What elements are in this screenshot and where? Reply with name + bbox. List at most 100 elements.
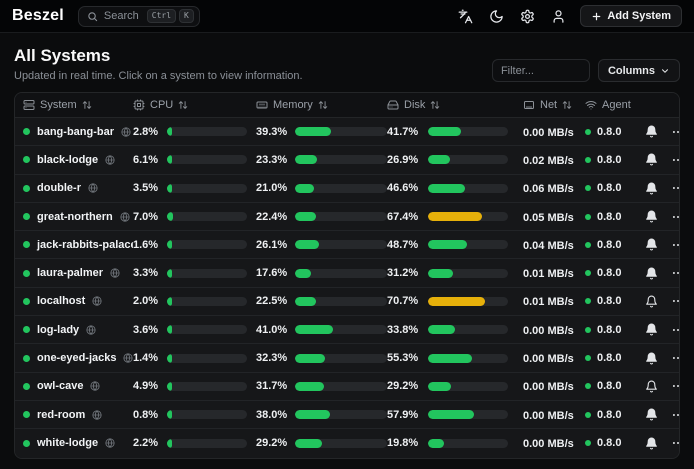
net-cell: 0.05 MB/s (523, 208, 585, 226)
alerts-bell-button[interactable] (643, 180, 660, 197)
row-menu-button[interactable] (669, 123, 680, 141)
user-menu-button[interactable] (546, 4, 570, 28)
table-row[interactable]: jack-rabbits-palace 1.6% 26.1% 48.7% 0.0… (15, 231, 679, 259)
settings-button[interactable] (515, 4, 539, 28)
alerts-bell-button[interactable] (643, 350, 660, 367)
agent-version: 0.8.0 (597, 295, 621, 307)
table-row[interactable]: one-eyed-jacks 1.4% 32.3% 55.3% 0.00 MB/… (15, 344, 679, 372)
theme-toggle-button[interactable] (484, 4, 508, 28)
net-cell: 0.00 MB/s (523, 349, 585, 367)
agent-version: 0.8.0 (597, 324, 621, 336)
alerts-bell-button[interactable] (643, 378, 660, 395)
status-dot (23, 355, 30, 362)
disk-meter (428, 297, 508, 306)
memory-cell: 22.5% (256, 295, 387, 307)
beszel-logo[interactable]: Beszel (12, 7, 64, 25)
row-menu-button[interactable] (669, 349, 680, 367)
agent-status-dot (585, 242, 591, 248)
top-navbar: Beszel Search Ctrl K (0, 0, 694, 33)
language-button[interactable] (453, 4, 477, 28)
ellipsis-icon (671, 379, 680, 393)
agent-version: 0.8.0 (597, 154, 621, 166)
bell-icon (645, 210, 658, 223)
table-header-row: System CPU Memory Disk (15, 93, 679, 118)
alerts-bell-button[interactable] (643, 435, 660, 452)
column-header-system[interactable]: System (23, 99, 133, 111)
system-name: white-lodge (37, 437, 98, 449)
page-title: All Systems (14, 46, 303, 66)
system-name: log-lady (37, 324, 79, 336)
page-header-text: All Systems Updated in real time. Click … (14, 46, 303, 82)
row-actions (643, 264, 680, 282)
memory-value: 32.3% (256, 352, 287, 364)
table-row[interactable]: black-lodge 6.1% 23.3% 26.9% 0.02 MB/s 0… (15, 146, 679, 174)
table-row[interactable]: double-r 3.5% 21.0% 46.6% 0.06 MB/s 0.8.… (15, 175, 679, 203)
search-box[interactable]: Search Ctrl K (78, 6, 200, 27)
table-row[interactable]: great-northern 7.0% 22.4% 67.4% 0.05 MB/… (15, 203, 679, 231)
column-header-disk[interactable]: Disk (387, 99, 523, 111)
alerts-bell-button[interactable] (643, 265, 660, 282)
row-menu-button[interactable] (669, 377, 680, 395)
table-row[interactable]: log-lady 3.6% 41.0% 33.8% 0.00 MB/s 0.8.… (15, 316, 679, 344)
alerts-bell-button[interactable] (643, 236, 660, 253)
gear-icon (520, 9, 535, 24)
system-link-icon (120, 212, 130, 222)
row-menu-button[interactable] (669, 151, 680, 169)
cpu-value: 1.4% (133, 352, 159, 364)
add-system-button[interactable]: Add System (580, 5, 682, 27)
table-row[interactable]: laura-palmer 3.3% 17.6% 31.2% 0.01 MB/s … (15, 259, 679, 287)
system-cell: owl-cave (23, 380, 133, 392)
alerts-bell-button[interactable] (643, 208, 660, 225)
disk-value: 29.2% (387, 380, 420, 392)
net-cell: 0.01 MB/s (523, 264, 585, 282)
agent-cell: 0.8.0 (585, 211, 643, 223)
alerts-bell-button[interactable] (643, 151, 660, 168)
table-row[interactable]: white-lodge 2.2% 29.2% 19.8% 0.00 MB/s 0… (15, 429, 679, 457)
system-name: one-eyed-jacks (37, 352, 116, 364)
net-value: 0.01 MB/s (523, 268, 574, 280)
memory-value: 39.3% (256, 126, 287, 138)
row-menu-button[interactable] (669, 264, 680, 282)
table-row[interactable]: owl-cave 4.9% 31.7% 29.2% 0.00 MB/s 0.8.… (15, 373, 679, 401)
table-row[interactable]: red-room 0.8% 38.0% 57.9% 0.00 MB/s 0.8.… (15, 401, 679, 429)
memory-cell: 21.0% (256, 182, 387, 194)
agent-version: 0.8.0 (597, 126, 621, 138)
disk-cell: 55.3% (387, 352, 523, 364)
alerts-bell-button[interactable] (643, 321, 660, 338)
row-menu-button[interactable] (669, 208, 680, 226)
column-header-agent[interactable]: Agent (585, 99, 643, 111)
net-value: 0.00 MB/s (523, 325, 574, 337)
bell-icon (645, 437, 658, 450)
agent-status-dot (585, 270, 591, 276)
alerts-bell-button[interactable] (643, 406, 660, 423)
system-link-icon (105, 438, 115, 448)
row-actions (643, 377, 680, 395)
row-actions (643, 208, 680, 226)
column-header-cpu[interactable]: CPU (133, 99, 256, 111)
agent-version: 0.8.0 (597, 380, 621, 392)
system-name: red-room (37, 409, 85, 421)
cpu-value: 2.0% (133, 295, 159, 307)
cpu-cell: 3.5% (133, 182, 256, 194)
row-actions (643, 321, 680, 339)
row-actions (643, 179, 680, 197)
cpu-meter (167, 155, 247, 164)
row-menu-button[interactable] (669, 292, 680, 310)
table-row[interactable]: bang-bang-bar 2.8% 39.3% 41.7% 0.00 MB/s… (15, 118, 679, 146)
row-menu-button[interactable] (669, 179, 680, 197)
column-header-net[interactable]: Net (523, 99, 585, 111)
row-menu-button[interactable] (669, 321, 680, 339)
alerts-bell-button[interactable] (643, 123, 660, 140)
filter-input[interactable] (492, 59, 590, 82)
columns-button[interactable]: Columns (598, 59, 680, 82)
alerts-bell-button[interactable] (643, 293, 660, 310)
row-menu-button[interactable] (669, 406, 680, 424)
table-row[interactable]: localhost 2.0% 22.5% 70.7% 0.01 MB/s 0.8… (15, 288, 679, 316)
cpu-value: 3.3% (133, 267, 159, 279)
cpu-meter (167, 325, 247, 334)
row-menu-button[interactable] (669, 236, 680, 254)
row-menu-button[interactable] (669, 434, 680, 452)
system-cell: jack-rabbits-palace (23, 239, 133, 251)
column-header-memory[interactable]: Memory (256, 99, 387, 111)
net-cell: 0.02 MB/s (523, 151, 585, 169)
